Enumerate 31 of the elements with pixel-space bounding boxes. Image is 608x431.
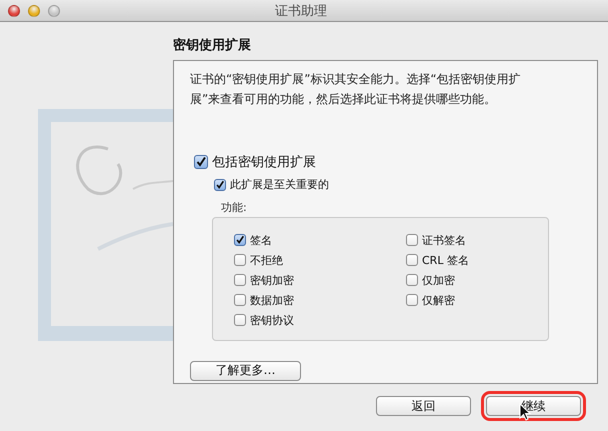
- checkbox[interactable]: [234, 234, 246, 246]
- checkbox[interactable]: [406, 294, 418, 306]
- checkbox-label: 此扩展是至关重要的: [230, 177, 329, 192]
- checkbox[interactable]: [214, 178, 226, 190]
- checkbox-label: 签名: [250, 232, 272, 248]
- checkbox[interactable]: [406, 234, 418, 246]
- checkbox-label: 证书签名: [422, 232, 466, 248]
- checkbox[interactable]: [234, 254, 246, 266]
- close-button[interactable]: [8, 4, 20, 16]
- minimize-button[interactable]: [28, 4, 40, 16]
- checkbox[interactable]: [406, 254, 418, 266]
- checkbox[interactable]: [234, 314, 246, 326]
- zoom-button[interactable]: [48, 4, 60, 16]
- checkbox-label: 仅加密: [422, 272, 455, 288]
- checkbox[interactable]: [234, 294, 246, 306]
- checkbox-label: CRL 签名: [422, 252, 469, 268]
- description-text: 证书的“密钥使用扩展”标识其安全能力。选择“包括密钥使用扩展”来查看可用的功能，然后选择此证书将提供哪些功能。: [190, 71, 522, 108]
- checkbox-label: 密钥协议: [250, 312, 294, 328]
- section-heading: 密钥使用扩展: [173, 36, 252, 54]
- checkbox-label: 数据加密: [250, 292, 294, 308]
- learn-more-button[interactable]: 了解更多…: [190, 360, 301, 380]
- checkbox[interactable]: [194, 155, 208, 169]
- checkbox[interactable]: [234, 274, 246, 286]
- functions-label: 功能:: [221, 200, 248, 215]
- checkbox[interactable]: [406, 274, 418, 286]
- checkbox-label: 不拒绝: [250, 252, 283, 268]
- window-title: 证书助理: [274, 2, 328, 20]
- checkbox-label: 包括密钥使用扩展: [212, 154, 316, 171]
- checkbox-label: 密钥加密: [250, 272, 294, 288]
- checkbox-label: 仅解密: [422, 292, 455, 308]
- dialog-button[interactable]: 返回: [376, 396, 471, 416]
